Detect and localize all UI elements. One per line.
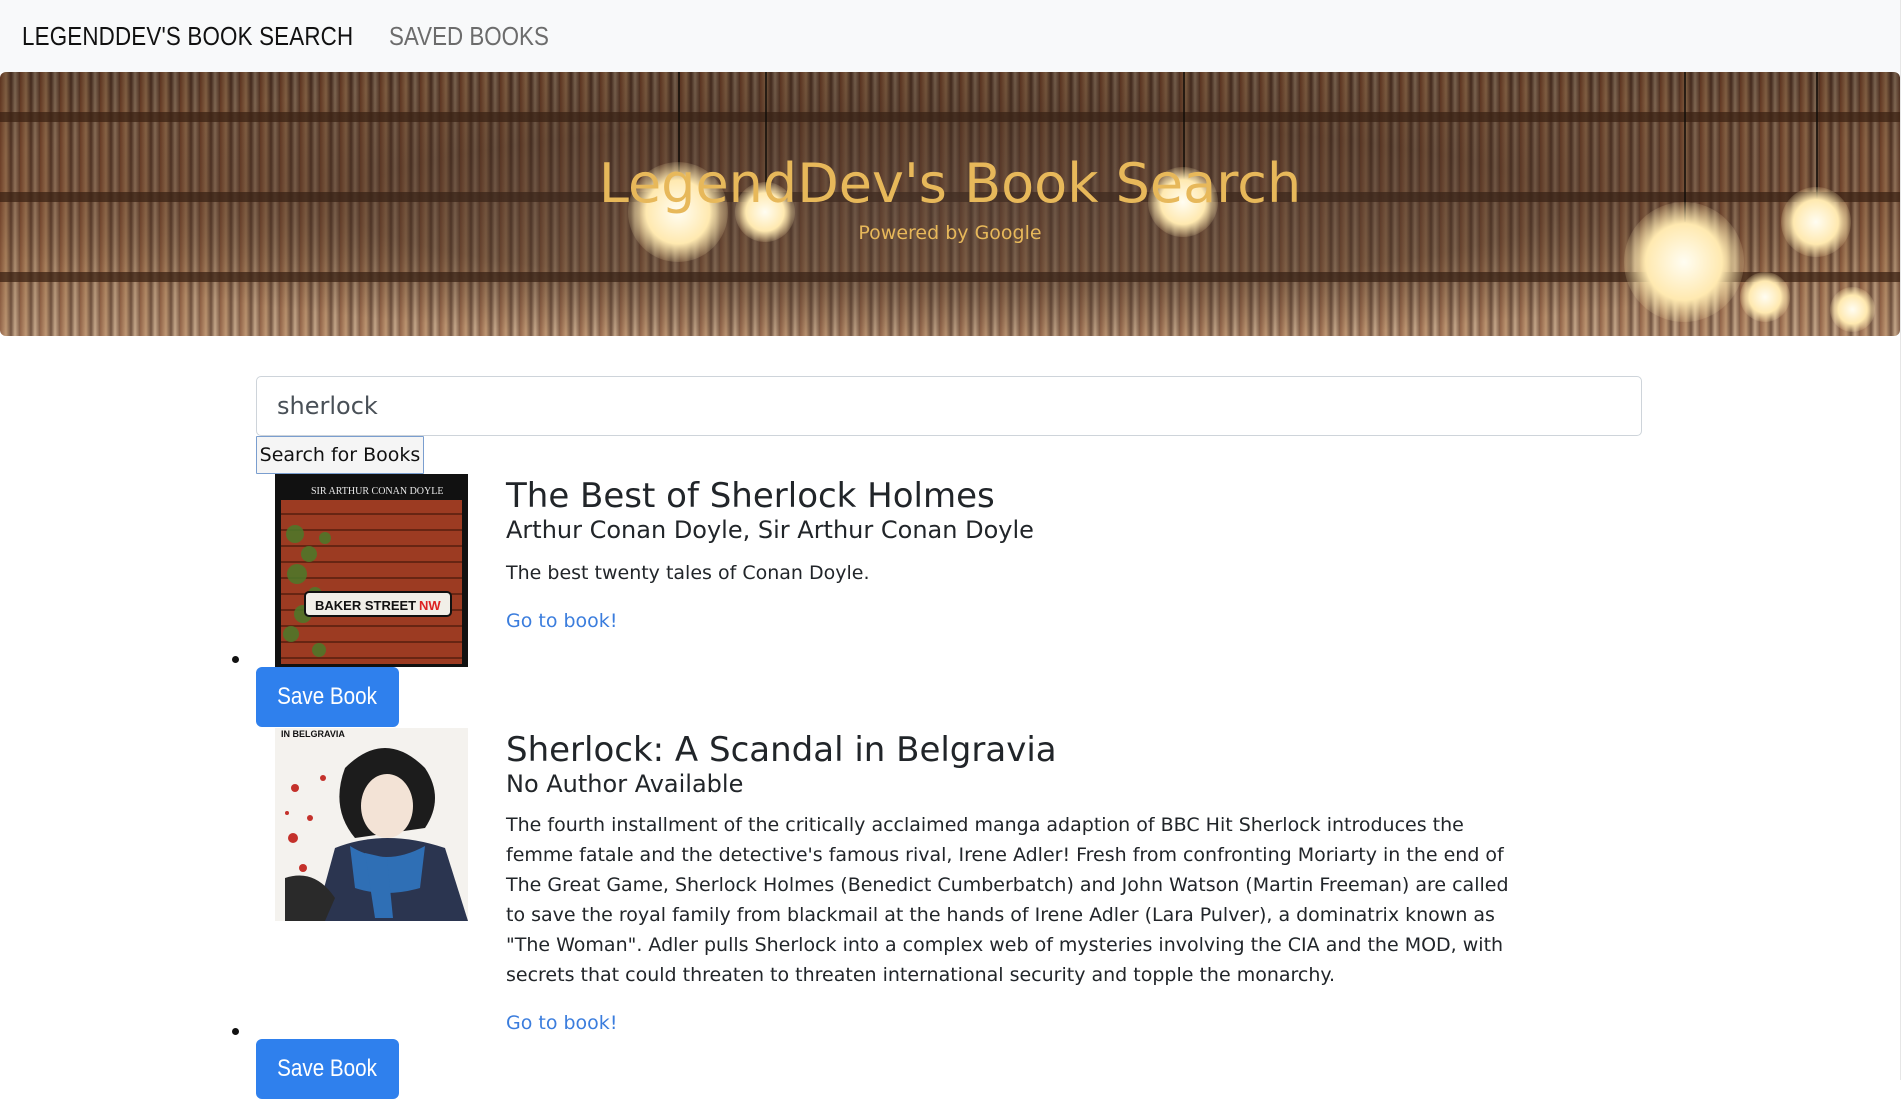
book-cover-image: SIR ARTHUR CONAN DOYLE BAKER STREET NW bbox=[275, 474, 468, 667]
light-bulb-icon bbox=[1740, 272, 1790, 322]
svg-text:NW: NW bbox=[419, 598, 441, 613]
light-bulb-icon bbox=[1830, 287, 1875, 332]
book-authors: Arthur Conan Doyle, Sir Arthur Conan Doy… bbox=[506, 516, 1034, 544]
save-book-button[interactable]: Save Book bbox=[256, 667, 399, 727]
svg-text:IN BELGRAVIA: IN BELGRAVIA bbox=[281, 729, 345, 739]
book-description: The best twenty tales of Conan Doyle. bbox=[506, 562, 870, 584]
book-cover-art: SIR ARTHUR CONAN DOYLE BAKER STREET NW bbox=[275, 474, 468, 667]
search-input[interactable] bbox=[256, 376, 1642, 436]
hero-title: LegendDev's Book Search bbox=[598, 152, 1302, 215]
brand-link[interactable]: LEGENDDEV'S BOOK SEARCH bbox=[22, 21, 353, 52]
list-bullet bbox=[232, 656, 239, 663]
saved-books-link[interactable]: SAVED BOOKS bbox=[389, 21, 549, 52]
book-description: The fourth installment of the critically… bbox=[506, 814, 1509, 986]
list-item: IN BELGRAVIA Sherlock: A Scandal in Belg… bbox=[232, 728, 1632, 1099]
book-title: The Best of Sherlock Holmes bbox=[506, 476, 995, 516]
list-bullet bbox=[232, 1028, 239, 1035]
svg-text:BAKER STREET: BAKER STREET bbox=[315, 598, 416, 613]
go-to-book-link[interactable]: Go to book! bbox=[506, 1012, 617, 1034]
list-item: SIR ARTHUR CONAN DOYLE BAKER STREET NW T… bbox=[232, 474, 1632, 728]
hero-subtitle: Powered by Google bbox=[858, 222, 1042, 244]
search-button[interactable]: Search for Books bbox=[256, 436, 424, 474]
svg-text:SIR ARTHUR CONAN DOYLE: SIR ARTHUR CONAN DOYLE bbox=[311, 486, 443, 497]
navbar: LEGENDDEV'S BOOK SEARCH SAVED BOOKS bbox=[0, 0, 1901, 72]
book-cover-art: IN BELGRAVIA bbox=[275, 728, 468, 921]
book-authors: No Author Available bbox=[506, 770, 744, 798]
book-title: Sherlock: A Scandal in Belgravia bbox=[506, 730, 1057, 770]
light-bulb-icon bbox=[1624, 202, 1744, 322]
save-book-button[interactable]: Save Book bbox=[256, 1039, 399, 1099]
book-cover-image: IN BELGRAVIA bbox=[275, 728, 468, 921]
hero-banner: LegendDev's Book Search Powered by Googl… bbox=[0, 72, 1900, 336]
go-to-book-link[interactable]: Go to book! bbox=[506, 610, 617, 632]
